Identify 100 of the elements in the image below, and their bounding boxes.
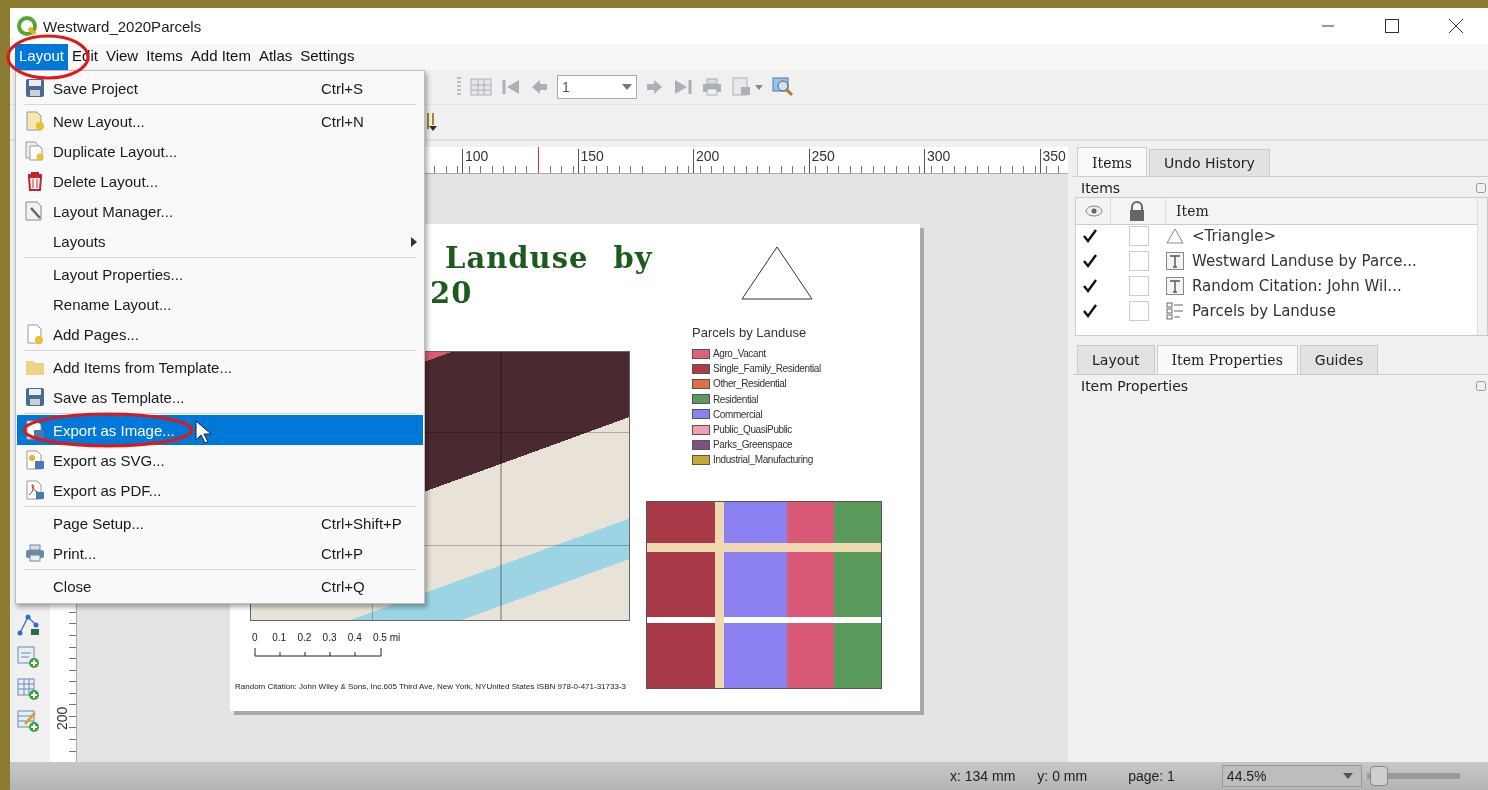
- item-name[interactable]: Westward Landuse by Parce...: [1192, 251, 1417, 270]
- polygon-nodes-icon[interactable]: [15, 613, 40, 637]
- submenu-arrow-icon: [411, 236, 417, 247]
- menu-item[interactable]: Add Item: [186, 44, 255, 70]
- menu-item[interactable]: Items: [142, 44, 187, 70]
- column-header[interactable]: Item: [1166, 203, 1209, 219]
- legend-label: Single_Family_Residential: [713, 363, 821, 375]
- menu-entry[interactable]: Export as SVG...: [17, 445, 423, 475]
- eye-icon: [1084, 205, 1104, 217]
- ruler-label: 150: [577, 149, 604, 173]
- menu-entry[interactable]: Close Ctrl+Q: [17, 571, 423, 601]
- ruler-label: 200: [54, 706, 70, 730]
- legend-label: Parks_Greenspace: [713, 439, 793, 451]
- first-page-icon[interactable]: [501, 78, 521, 96]
- menu-entry[interactable]: Save Project Ctrl+S: [17, 73, 423, 103]
- menu-entry[interactable]: Page Setup... Ctrl+Shift+P: [17, 508, 423, 538]
- item-name[interactable]: Parcels by Landuse: [1192, 301, 1336, 320]
- printer-icon[interactable]: [702, 78, 722, 96]
- legend-label: Industrial_Manufacturing: [713, 454, 813, 466]
- ruler-label: 200: [693, 149, 720, 173]
- export-icon[interactable]: [731, 77, 763, 97]
- caret-icon: [1342, 773, 1353, 779]
- legend-label: Commercial: [713, 408, 763, 420]
- lock-icon: [1129, 201, 1145, 221]
- legend-list-icon: [1166, 301, 1184, 320]
- duplicate-pages-icon: [25, 141, 45, 161]
- legend-label: Agro_Vacant: [713, 348, 766, 359]
- panel-heading: Items: [1081, 180, 1121, 196]
- add-document-icon[interactable]: [15, 645, 40, 669]
- ruler-label: 350: [1039, 149, 1066, 173]
- item-name[interactable]: <Triangle>: [1192, 226, 1277, 245]
- menu-entry[interactable]: Duplicate Layout...: [17, 136, 423, 166]
- add-page-icon: [25, 324, 45, 344]
- add-table-icon[interactable]: [15, 677, 40, 701]
- lock-checkbox[interactable]: [1129, 250, 1149, 271]
- panel-tab[interactable]: Layout: [1077, 345, 1155, 374]
- scale-label: 0: [252, 632, 258, 643]
- edit-table-icon[interactable]: [15, 709, 40, 733]
- menu-item[interactable]: Atlas: [254, 44, 297, 70]
- float-panel-icon[interactable]: [1476, 381, 1486, 391]
- mouse-pointer-icon: [195, 420, 212, 444]
- menu-entry[interactable]: New Layout... Ctrl+N: [17, 106, 423, 136]
- panel-tab[interactable]: Undo History: [1148, 149, 1270, 176]
- printer-icon: [25, 543, 45, 563]
- menu-entry[interactable]: Print... Ctrl+P: [17, 538, 423, 568]
- legend-label: Residential: [713, 393, 759, 405]
- close-icon: [1449, 19, 1463, 33]
- triangle-shape: [741, 246, 813, 300]
- page-wrench-icon: [25, 201, 45, 221]
- menu-entry[interactable]: Add Items from Template...: [17, 352, 423, 382]
- item-name[interactable]: Random Citation: John Wil...: [1192, 276, 1402, 295]
- next-icon[interactable]: [646, 78, 664, 96]
- menu-entry[interactable]: Save as Template...: [17, 382, 423, 412]
- scale-label: 0.3: [322, 632, 337, 643]
- menu-entry[interactable]: Layout Properties...: [17, 259, 423, 289]
- menu-item[interactable]: Layout: [15, 44, 69, 70]
- scrollbar[interactable]: [1477, 198, 1487, 335]
- cursor-position-marker: [538, 147, 539, 173]
- menu-entry[interactable]: Rename Layout...: [17, 289, 423, 319]
- align-icon[interactable]: [426, 112, 440, 132]
- legend-title: Parcels by Landuse: [692, 325, 807, 340]
- scale-label: 0.1: [272, 632, 287, 643]
- menu-item[interactable]: Settings: [296, 44, 359, 70]
- last-page-icon[interactable]: [673, 78, 693, 96]
- scale-label: 0.4: [347, 632, 362, 643]
- float-panel-icon[interactable]: [1476, 183, 1486, 193]
- pdf-icon: [25, 480, 45, 500]
- panel-tab[interactable]: Item Properties: [1156, 345, 1298, 374]
- menu-entry[interactable]: Export as PDF...: [17, 475, 423, 505]
- scale-label: 0.2: [297, 632, 312, 643]
- previous-icon[interactable]: [530, 78, 548, 96]
- panel-tab[interactable]: Guides: [1299, 345, 1379, 374]
- zoom-dropdown[interactable]: 44.5%: [1221, 765, 1362, 787]
- triangle-icon: [1166, 227, 1184, 244]
- menu-entry[interactable]: Add Pages...: [17, 319, 423, 349]
- map-grid-icon[interactable]: [470, 78, 492, 96]
- map-title: 20: [430, 276, 473, 310]
- lock-checkbox[interactable]: [1129, 300, 1149, 321]
- citation-text: Random Citation: John Wiley & Sons, Inc.605 Third Ave, New York, NYUnited States ISBN 978-0-471-31733-3: [235, 682, 627, 692]
- panel-heading: Item Properties: [1081, 378, 1189, 394]
- lock-checkbox[interactable]: [1129, 225, 1149, 246]
- menu-entry[interactable]: Layouts: [17, 226, 423, 256]
- lock-checkbox[interactable]: [1129, 275, 1149, 296]
- caret-icon: [622, 84, 632, 90]
- y-coordinate: y: 0 mm: [1037, 768, 1088, 784]
- maximize-icon: [1385, 19, 1399, 33]
- panel-tab[interactable]: Items: [1077, 147, 1147, 176]
- menu-entry[interactable]: Layout Manager...: [17, 196, 423, 226]
- menu-entry[interactable]: Export as Image...: [17, 415, 423, 445]
- text-frame-icon: [1166, 251, 1184, 270]
- x-coordinate: x: 134 mm: [950, 768, 1016, 784]
- slider-thumb[interactable]: [1369, 766, 1388, 786]
- page-indicator: page: 1: [1128, 768, 1175, 784]
- legend-label: Other_Residential: [713, 378, 787, 390]
- zoom-icon[interactable]: [772, 77, 794, 97]
- ruler-label: 250: [808, 149, 835, 173]
- menu-entry[interactable]: Delete Layout...: [17, 166, 423, 196]
- page-number-field[interactable]: 1: [557, 75, 637, 99]
- menu-item[interactable]: View: [101, 44, 143, 70]
- new-page-icon: [25, 111, 45, 131]
